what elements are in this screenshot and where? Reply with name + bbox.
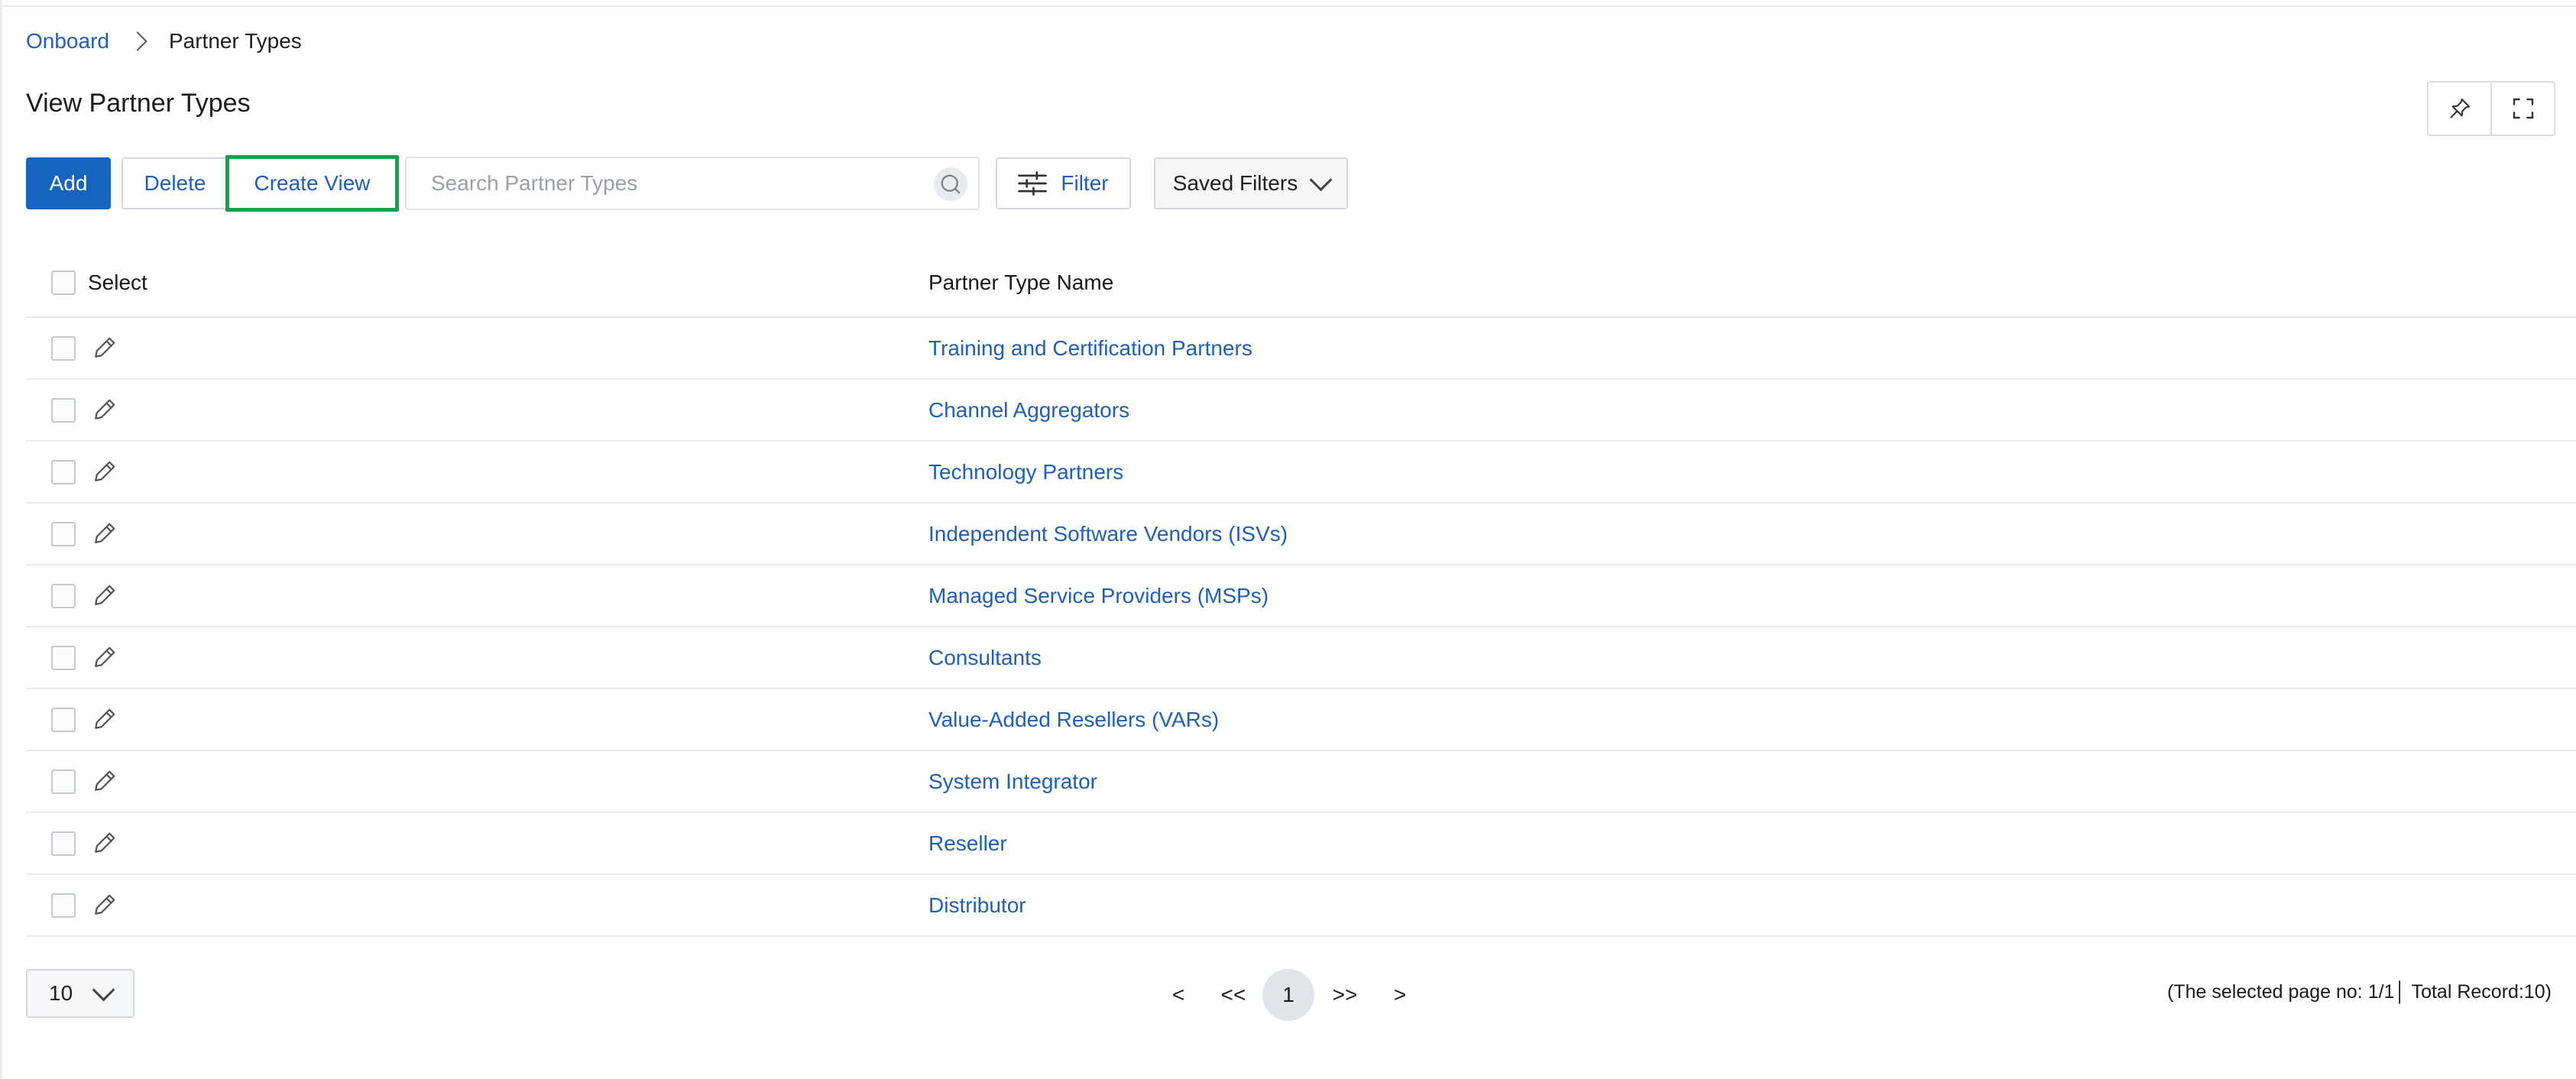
pin-icon [2450, 98, 2470, 118]
filter-label: Filter [1061, 171, 1109, 195]
table-row: Training and Certification Partners [26, 318, 2576, 380]
partner-type-link[interactable]: System Integrator [928, 770, 1097, 794]
column-header-partner-type-name[interactable]: Partner Type Name [928, 271, 1113, 295]
edit-pencil-icon[interactable] [92, 705, 119, 732]
chevron-down-icon [1309, 168, 1333, 191]
fullscreen-button[interactable] [2490, 83, 2554, 134]
table-row: System Integrator [26, 751, 2576, 813]
left-divider [0, 0, 2, 1079]
row-checkbox[interactable] [51, 459, 76, 484]
fullscreen-icon [2513, 98, 2533, 119]
row-checkbox[interactable] [51, 707, 76, 732]
row-checkbox[interactable] [51, 645, 76, 670]
edit-pencil-icon[interactable] [92, 890, 119, 918]
row-checkbox[interactable] [51, 521, 76, 546]
view-actions [2427, 81, 2555, 136]
table-row: Managed Service Providers (MSPs) [26, 565, 2576, 627]
table-row: Channel Aggregators [26, 380, 2576, 442]
table-row: Reseller [26, 813, 2576, 875]
row-checkbox[interactable] [51, 831, 76, 856]
page-title: View Partner Types [26, 89, 251, 118]
saved-filters-dropdown[interactable]: Saved Filters [1154, 157, 1348, 209]
chevron-right-icon [128, 31, 147, 51]
row-checkbox[interactable] [51, 893, 76, 918]
breadcrumb-current: Partner Types [168, 29, 302, 53]
add-button[interactable]: Add [26, 157, 111, 209]
filter-button[interactable]: Filter [996, 157, 1131, 209]
filter-sliders-icon [1018, 171, 1048, 196]
row-checkbox[interactable] [51, 583, 76, 608]
top-divider [0, 0, 2576, 7]
partner-type-link[interactable]: Technology Partners [928, 460, 1123, 484]
page-size-value: 10 [49, 981, 73, 1005]
partner-type-link[interactable]: Value-Added Resellers (VARs) [928, 708, 1219, 732]
edit-pencil-icon[interactable] [92, 643, 119, 670]
first-page-button[interactable]: << [1212, 969, 1255, 1021]
saved-filters-label: Saved Filters [1172, 171, 1298, 195]
page-1-button[interactable]: 1 [1262, 969, 1314, 1021]
edit-pencil-icon[interactable] [92, 766, 119, 794]
breadcrumb-link-onboard[interactable]: Onboard [26, 29, 109, 53]
pagination-summary: (The selected page no: 1/1│ Total Record… [2167, 981, 2552, 1003]
row-checkbox[interactable] [51, 335, 76, 361]
table-body: Training and Certification Partners Chann… [26, 318, 2576, 937]
delete-button[interactable]: Delete [122, 157, 228, 209]
table-row: Independent Software Vendors (ISVs) [26, 504, 2576, 565]
edit-pencil-icon[interactable] [92, 457, 119, 484]
breadcrumb: Onboard Partner Types [26, 29, 302, 53]
edit-pencil-icon[interactable] [92, 519, 119, 546]
prev-page-button[interactable]: < [1163, 969, 1194, 1021]
edit-pencil-icon[interactable] [92, 395, 119, 423]
search-icon [941, 174, 961, 194]
partner-type-link[interactable]: Independent Software Vendors (ISVs) [928, 522, 1288, 546]
table-header: Select Partner Type Name [26, 249, 2576, 318]
partner-type-link[interactable]: Training and Certification Partners [928, 336, 1252, 361]
edit-pencil-icon[interactable] [92, 581, 119, 608]
table-row: Distributor [26, 875, 2576, 937]
table-row: Consultants [26, 627, 2576, 689]
pin-button[interactable] [2429, 83, 2490, 134]
select-all-checkbox[interactable] [51, 271, 76, 295]
search-button[interactable] [934, 167, 967, 201]
last-page-button[interactable]: >> [1324, 969, 1366, 1021]
next-page-button[interactable]: > [1385, 969, 1415, 1021]
search-box [405, 157, 980, 210]
table-row: Value-Added Resellers (VARs) [26, 689, 2576, 751]
partner-type-link[interactable]: Channel Aggregators [928, 398, 1129, 423]
column-header-select: Select [88, 271, 147, 294]
row-checkbox[interactable] [51, 769, 76, 794]
search-input[interactable] [429, 170, 922, 196]
partner-type-link[interactable]: Reseller [928, 831, 1007, 856]
row-checkbox[interactable] [51, 397, 76, 423]
partner-type-link[interactable]: Distributor [928, 893, 1026, 918]
edit-pencil-icon[interactable] [92, 333, 119, 361]
partner-types-table: Select Partner Type Name Training and Ce… [26, 249, 2576, 937]
partner-type-link[interactable]: Managed Service Providers (MSPs) [928, 584, 1269, 608]
chevron-down-icon [92, 978, 115, 1001]
partner-type-link[interactable]: Consultants [928, 646, 1042, 670]
create-view-button[interactable]: Create View [225, 155, 399, 212]
edit-pencil-icon[interactable] [92, 828, 119, 856]
table-row: Technology Partners [26, 442, 2576, 504]
page-size-select[interactable]: 10 [26, 969, 134, 1018]
